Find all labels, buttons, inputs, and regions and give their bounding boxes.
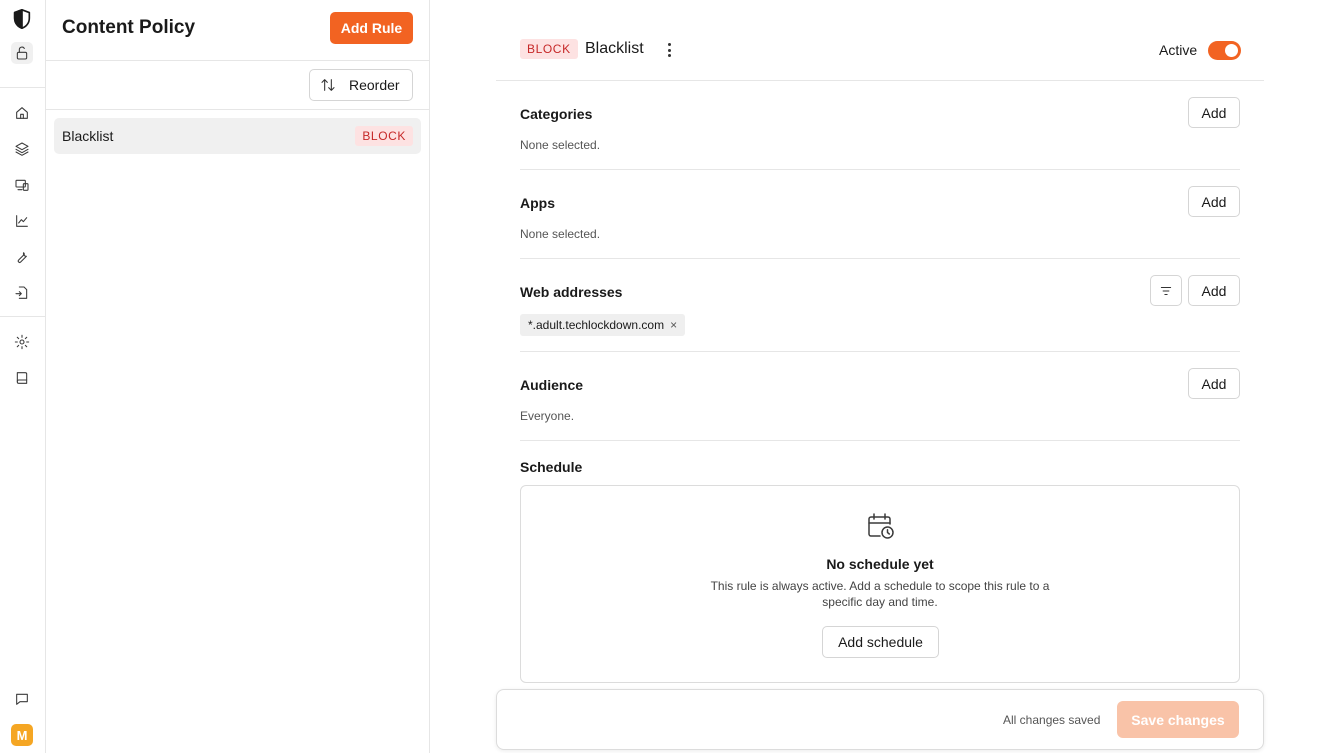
divider [520, 440, 1240, 441]
book-icon[interactable] [11, 367, 33, 389]
section-title: Categories [520, 106, 593, 122]
shield-logo-icon[interactable] [11, 8, 33, 30]
active-label: Active [1159, 42, 1198, 58]
save-changes-button[interactable]: Save changes [1117, 701, 1239, 738]
apps-section: Apps Add None selected. [520, 186, 1240, 259]
section-summary: None selected. [520, 227, 601, 241]
devices-icon[interactable] [11, 174, 33, 196]
audience-section: Audience Add Everyone. [520, 368, 1240, 441]
rail-divider [0, 316, 45, 317]
web-address-value: *.adult.techlockdown.com [528, 318, 665, 332]
layers-icon[interactable] [11, 138, 33, 160]
add-web-address-button[interactable]: Add [1188, 275, 1240, 306]
add-category-button[interactable]: Add [1188, 97, 1240, 128]
add-app-button[interactable]: Add [1188, 186, 1240, 217]
sort-arrows-icon [321, 79, 335, 91]
schedule-empty-state: No schedule yet This rule is always acti… [520, 485, 1240, 683]
active-toggle[interactable] [1208, 41, 1241, 60]
rule-list-panel: Content Policy Add Rule Reorder Blacklis… [46, 0, 430, 753]
schedule-section: Schedule [520, 459, 1240, 479]
rule-name: Blacklist [62, 128, 114, 144]
save-bar: All changes saved Save changes [496, 689, 1264, 750]
gear-icon[interactable] [11, 331, 33, 353]
lock-icon[interactable] [11, 42, 33, 64]
section-title: Audience [520, 377, 584, 393]
section-title: Web addresses [520, 284, 623, 300]
rule-header: BLOCK Blacklist Active [496, 0, 1264, 81]
section-title: Schedule [520, 459, 583, 475]
section-summary: None selected. [520, 138, 601, 152]
calendar-clock-icon [866, 511, 896, 541]
icon-rail: M [0, 0, 46, 753]
rule-title: Blacklist [585, 40, 644, 57]
divider [520, 258, 1240, 259]
divider [46, 109, 429, 110]
filter-button[interactable] [1150, 275, 1182, 306]
chat-icon[interactable] [11, 688, 33, 710]
more-options-icon[interactable] [661, 40, 677, 60]
divider [520, 169, 1240, 170]
reorder-label: Reorder [349, 77, 400, 93]
rail-divider [0, 87, 45, 88]
status-badge: BLOCK [355, 126, 413, 146]
section-title: Apps [520, 195, 555, 211]
categories-section: Categories Add None selected. [520, 97, 1240, 170]
chart-icon[interactable] [11, 210, 33, 232]
rule-detail: BLOCK Blacklist Active Categories Add No… [430, 0, 1326, 753]
wrench-icon[interactable] [11, 246, 33, 268]
avatar[interactable]: M [11, 724, 33, 746]
page-title: Content Policy [62, 17, 196, 38]
filter-icon [1160, 286, 1172, 295]
add-audience-button[interactable]: Add [1188, 368, 1240, 399]
home-icon[interactable] [11, 102, 33, 124]
empty-state-title: No schedule yet [826, 556, 934, 572]
web-address-chip: *.adult.techlockdown.com × [520, 314, 686, 336]
divider [520, 351, 1240, 352]
remove-chip-icon[interactable]: × [670, 318, 677, 332]
empty-state-description: This rule is always active. Add a schedu… [710, 579, 1050, 609]
reorder-button[interactable]: Reorder [309, 69, 413, 101]
divider [46, 60, 429, 61]
web-addresses-section: Web addresses Add *.adult.techlockdown.c… [520, 275, 1240, 352]
file-transfer-icon[interactable] [11, 282, 33, 304]
add-schedule-button[interactable]: Add schedule [822, 626, 939, 658]
section-summary: Everyone. [520, 409, 575, 423]
save-status: All changes saved [1003, 713, 1101, 727]
list-item[interactable]: Blacklist BLOCK [54, 118, 421, 154]
add-rule-button[interactable]: Add Rule [330, 12, 413, 44]
status-badge: BLOCK [520, 39, 578, 59]
